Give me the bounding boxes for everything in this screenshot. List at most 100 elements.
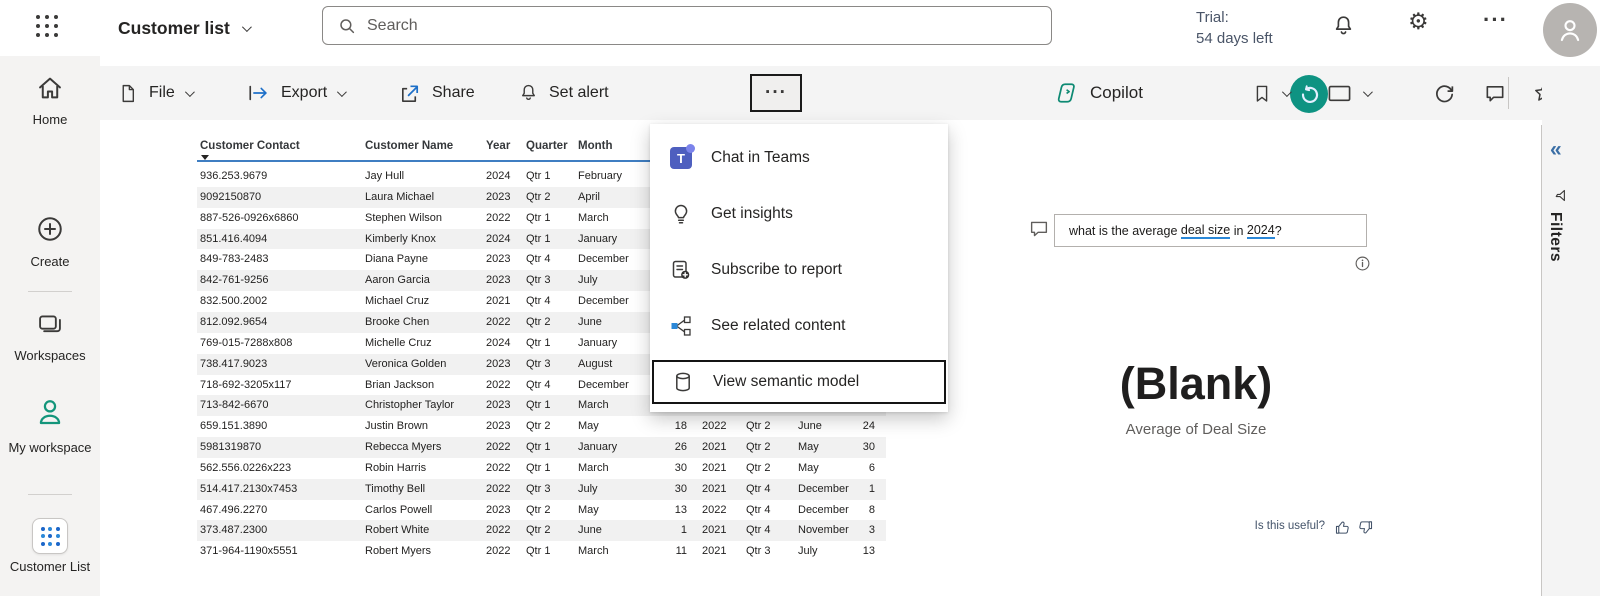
- app-launcher-waffle-icon[interactable]: [36, 15, 58, 37]
- table-cell[interactable]: 2021: [702, 437, 742, 458]
- table-cell[interactable]: June: [578, 520, 640, 541]
- table-cell[interactable]: Qtr 4: [526, 375, 576, 396]
- search-input[interactable]: [367, 17, 1051, 35]
- table-cell[interactable]: Qtr 3: [526, 354, 576, 375]
- table-cell[interactable]: Qtr 1: [526, 458, 576, 479]
- bookmarks-button[interactable]: [1252, 66, 1289, 120]
- table-cell[interactable]: Qtr 4: [746, 500, 794, 521]
- table-cell[interactable]: Qtr 1: [526, 333, 576, 354]
- table-cell[interactable]: 2022: [702, 500, 742, 521]
- table-cell[interactable]: Robert Myers: [365, 541, 481, 562]
- column-header[interactable]: Month: [578, 140, 612, 152]
- table-cell[interactable]: 2021: [702, 541, 742, 562]
- notifications-button[interactable]: [1331, 13, 1356, 44]
- table-cell[interactable]: Qtr 3: [526, 479, 576, 500]
- table-cell[interactable]: 2023: [486, 249, 522, 270]
- table-cell[interactable]: 26: [638, 437, 687, 458]
- table-cell[interactable]: Timothy Bell: [365, 479, 481, 500]
- table-cell[interactable]: 936.253.9679: [200, 166, 360, 187]
- table-cell[interactable]: 2022: [486, 437, 522, 458]
- table-cell[interactable]: April: [578, 187, 640, 208]
- table-cell[interactable]: Brian Jackson: [365, 375, 481, 396]
- table-cell[interactable]: 1: [638, 520, 687, 541]
- table-cell[interactable]: May: [578, 416, 640, 437]
- table-cell[interactable]: Qtr 1: [526, 166, 576, 187]
- table-cell[interactable]: Qtr 3: [746, 541, 794, 562]
- table-cell[interactable]: 24: [833, 416, 875, 437]
- table-cell[interactable]: 373.487.2300: [200, 520, 360, 541]
- table-row[interactable]: 562.556.0226x223Robin Harris2022Qtr 1Mar…: [197, 458, 886, 479]
- table-cell[interactable]: 2021: [486, 291, 522, 312]
- table-cell[interactable]: June: [578, 312, 640, 333]
- table-cell[interactable]: Qtr 2: [526, 187, 576, 208]
- table-cell[interactable]: 30: [833, 437, 875, 458]
- table-cell[interactable]: Laura Michael: [365, 187, 481, 208]
- table-cell[interactable]: Veronica Golden: [365, 354, 481, 375]
- column-header[interactable]: Quarter: [526, 140, 568, 152]
- table-cell[interactable]: 467.496.2270: [200, 500, 360, 521]
- table-cell[interactable]: 713-842-6670: [200, 395, 360, 416]
- table-cell[interactable]: 1: [833, 479, 875, 500]
- table-cell[interactable]: Qtr 1: [526, 395, 576, 416]
- table-cell[interactable]: Qtr 1: [526, 208, 576, 229]
- table-cell[interactable]: Qtr 2: [526, 500, 576, 521]
- table-cell[interactable]: January: [578, 437, 640, 458]
- table-cell[interactable]: 887-526-0926x6860: [200, 208, 360, 229]
- table-cell[interactable]: 2022: [486, 458, 522, 479]
- table-cell[interactable]: 5981319870: [200, 437, 360, 458]
- share-button[interactable]: Share: [398, 66, 475, 120]
- table-cell[interactable]: July: [578, 270, 640, 291]
- table-cell[interactable]: 2024: [486, 229, 522, 250]
- table-cell[interactable]: 3: [833, 520, 875, 541]
- table-cell[interactable]: 2022: [702, 416, 742, 437]
- table-cell[interactable]: Diana Payne: [365, 249, 481, 270]
- table-cell[interactable]: Michelle Cruz: [365, 333, 481, 354]
- table-cell[interactable]: 2023: [486, 187, 522, 208]
- table-cell[interactable]: 371-964-1190x5551: [200, 541, 360, 562]
- thumbs-down-button[interactable]: [1357, 519, 1374, 541]
- table-cell[interactable]: January: [578, 229, 640, 250]
- table-cell[interactable]: 18: [638, 416, 687, 437]
- table-cell[interactable]: 2021: [702, 520, 742, 541]
- table-cell[interactable]: Qtr 2: [746, 458, 794, 479]
- table-cell[interactable]: 849-783-2483: [200, 249, 360, 270]
- table-cell[interactable]: Robin Harris: [365, 458, 481, 479]
- table-cell[interactable]: Justin Brown: [365, 416, 481, 437]
- table-cell[interactable]: 9092150870: [200, 187, 360, 208]
- sidebar-item-customer-list[interactable]: Customer List: [0, 518, 100, 576]
- sidebar-item-home[interactable]: Home: [0, 74, 100, 129]
- table-cell[interactable]: 2022: [486, 208, 522, 229]
- more-options-toolbar-button[interactable]: ···: [750, 74, 802, 112]
- table-row[interactable]: 371-964-1190x5551Robert Myers2022Qtr 1Ma…: [197, 541, 886, 562]
- table-cell[interactable]: Qtr 2: [526, 520, 576, 541]
- table-cell[interactable]: 2021: [702, 479, 742, 500]
- table-cell[interactable]: March: [578, 541, 640, 562]
- table-cell[interactable]: 13: [638, 500, 687, 521]
- table-cell[interactable]: Kimberly Knox: [365, 229, 481, 250]
- table-cell[interactable]: March: [578, 458, 640, 479]
- table-cell[interactable]: Qtr 4: [746, 520, 794, 541]
- column-header[interactable]: Customer Contact: [200, 140, 300, 152]
- table-cell[interactable]: 738.417.9023: [200, 354, 360, 375]
- table-cell[interactable]: Rebecca Myers: [365, 437, 481, 458]
- table-cell[interactable]: 718-692-3205x117: [200, 375, 360, 396]
- table-row[interactable]: 5981319870Rebecca Myers2022Qtr 1January2…: [197, 437, 886, 458]
- table-cell[interactable]: 11: [638, 541, 687, 562]
- table-cell[interactable]: July: [578, 479, 640, 500]
- table-cell[interactable]: Christopher Taylor: [365, 395, 481, 416]
- table-cell[interactable]: Aaron Garcia: [365, 270, 481, 291]
- table-cell[interactable]: Jay Hull: [365, 166, 481, 187]
- column-header[interactable]: Year: [486, 140, 510, 152]
- menu-item-get-insights[interactable]: Get insights: [650, 186, 948, 242]
- sidebar-item-create[interactable]: Create: [0, 214, 100, 271]
- table-cell[interactable]: Qtr 2: [746, 416, 794, 437]
- account-avatar[interactable]: [1543, 3, 1597, 57]
- table-cell[interactable]: Michael Cruz: [365, 291, 481, 312]
- table-row[interactable]: 514.417.2130x7453Timothy Bell2022Qtr 3Ju…: [197, 479, 886, 500]
- thumbs-up-button[interactable]: [1334, 519, 1351, 541]
- table-cell[interactable]: Carlos Powell: [365, 500, 481, 521]
- menu-item-subscribe-to-report[interactable]: Subscribe to report: [650, 242, 948, 298]
- table-cell[interactable]: Qtr 1: [526, 437, 576, 458]
- table-cell[interactable]: 2022: [486, 479, 522, 500]
- table-cell[interactable]: 2024: [486, 333, 522, 354]
